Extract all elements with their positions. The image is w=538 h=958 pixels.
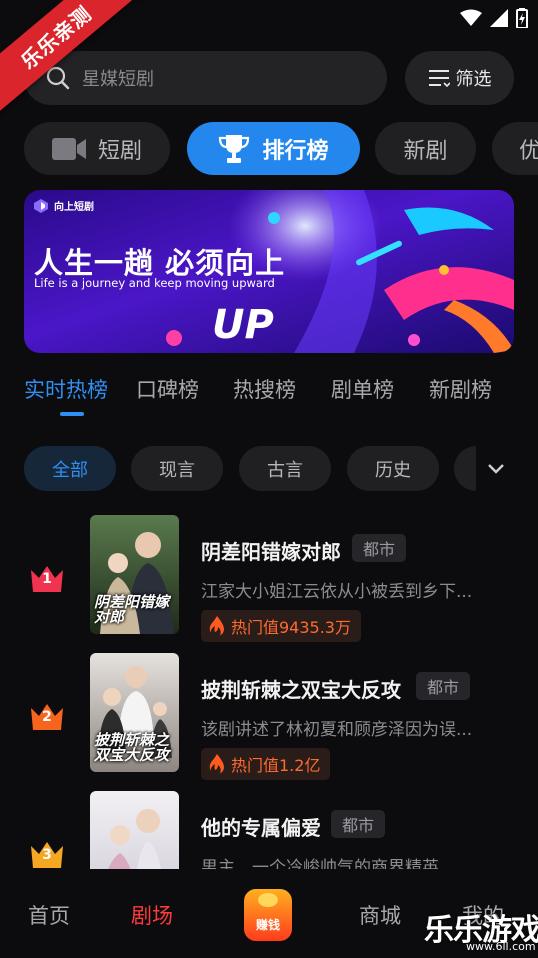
drama-description: 男主，一个冷峻帅气的商界精英，...	[201, 858, 473, 869]
filter-label: 筛选	[455, 69, 492, 90]
heat-value: 热门值1.2亿	[231, 756, 321, 775]
coin-icon	[258, 893, 278, 907]
banner-brand: 向上短剧	[34, 198, 94, 213]
battery-icon	[516, 8, 528, 28]
list-item[interactable]: 2 披荆斩棘之双宝大反攻 披荆斩棘之双宝大反攻 都市 该剧讲述了林初夏和顾彦泽因…	[0, 653, 538, 783]
wifi-icon	[460, 9, 482, 26]
drama-poster[interactable]: 披荆斩棘之双宝大反攻	[90, 653, 179, 772]
filter-button[interactable]: 筛选	[405, 51, 514, 105]
genre-chip-modern[interactable]: 现言	[131, 446, 223, 491]
category-short-drama[interactable]: 短剧	[24, 122, 170, 175]
rank-number: 3	[42, 847, 52, 863]
drama-description: 江家大小姐江云依从小被丢到乡下...	[201, 582, 473, 602]
drama-title: 他的专属偏爱	[201, 816, 321, 840]
genre-tag: 都市	[331, 810, 386, 838]
promo-banner[interactable]: 向上短剧 人生一趟 必须向上 Life is a journey and kee…	[24, 190, 514, 353]
heat-badge: 热门值9435.3万	[201, 610, 361, 642]
drama-description: 该剧讲述了林初夏和顾彦泽因为误...	[201, 720, 473, 740]
nav-theater[interactable]: 剧场	[131, 900, 173, 930]
list-item[interactable]: 1 阴差阳错嫁对郎 阴差阳错嫁对郎 都市 江家大小姐江云依从小被丢到乡下... …	[0, 515, 538, 645]
filter-icon	[428, 70, 450, 88]
category-label: 新剧	[403, 138, 448, 164]
watermark-site-url: www.6ll.com	[466, 940, 536, 953]
signal-icon	[490, 9, 508, 27]
search-input[interactable]: 星媒短剧	[24, 51, 387, 105]
fire-icon	[209, 616, 224, 636]
drama-title: 阴差阳错嫁对郎	[201, 540, 341, 564]
category-ranking[interactable]: 排行榜	[187, 122, 360, 175]
brand-logo-icon	[34, 198, 48, 213]
nav-mall[interactable]: 商城	[359, 900, 401, 930]
tab-reputation[interactable]: 口碑榜	[136, 374, 199, 404]
genre-tag: 都市	[416, 672, 471, 700]
nav-earn-money-button[interactable]: 赚钱	[244, 889, 292, 941]
rank-number: 2	[42, 709, 52, 725]
tab-playlist[interactable]: 剧单榜	[331, 374, 394, 404]
ranking-tabs: 实时热榜 口碑榜 热搜榜 剧单榜 新剧榜	[24, 374, 538, 414]
genre-expand-button[interactable]	[476, 446, 516, 491]
banner-subtitle: Life is a journey and keep moving upward	[34, 276, 275, 290]
heat-badge: 热门值1.2亿	[201, 748, 331, 780]
genre-tag: 都市	[352, 534, 407, 562]
banner-brand-label: 向上短剧	[54, 202, 94, 213]
category-label: 排行榜	[262, 138, 329, 164]
chevron-down-icon	[488, 463, 504, 474]
category-label: 短剧	[97, 138, 142, 164]
trophy-icon	[219, 134, 250, 163]
search-placeholder: 星媒短剧	[82, 69, 154, 90]
poster-title: 阴差阳错嫁对郎	[94, 592, 170, 627]
category-new-drama[interactable]: 新剧	[375, 122, 476, 175]
tab-hot-search[interactable]: 热搜榜	[233, 374, 296, 404]
list-item[interactable]: 3 他的专属偏爱 都市 男主，一个冷峻帅气的商界精英，...	[0, 791, 538, 869]
ranking-list: 1 阴差阳错嫁对郎 阴差阳错嫁对郎 都市 江家大小姐江云依从小被丢到乡下... …	[0, 505, 538, 869]
rank-number: 1	[42, 571, 52, 587]
category-preferred[interactable]: 优	[492, 122, 538, 175]
genre-chip-history[interactable]: 历史	[347, 446, 439, 491]
banner-up-logo: UP	[212, 302, 274, 348]
drama-poster[interactable]: 阴差阳错嫁对郎	[90, 515, 179, 634]
nav-earn-label: 赚钱	[255, 918, 280, 932]
tab-new-drama[interactable]: 新剧榜	[429, 374, 492, 404]
rank-badge: 2	[29, 700, 65, 734]
search-icon	[46, 66, 70, 90]
genre-chip-all[interactable]: 全部	[24, 446, 116, 491]
drama-title: 披荆斩棘之双宝大反攻	[201, 678, 401, 702]
nav-home[interactable]: 首页	[28, 900, 70, 930]
heat-value: 热门值9435.3万	[231, 618, 351, 637]
category-label: 优	[519, 138, 538, 164]
rank-badge: 3	[29, 838, 65, 869]
active-tab-indicator	[60, 412, 84, 416]
genre-chip-ancient[interactable]: 古言	[239, 446, 331, 491]
poster-image	[90, 791, 179, 869]
video-camera-icon	[51, 137, 86, 160]
poster-title: 披荆斩棘之双宝大反攻	[94, 730, 170, 765]
rank-badge: 1	[29, 562, 65, 596]
drama-poster[interactable]	[90, 791, 179, 869]
tab-realtime-hot[interactable]: 实时热榜	[24, 374, 108, 404]
fire-icon	[209, 754, 224, 774]
